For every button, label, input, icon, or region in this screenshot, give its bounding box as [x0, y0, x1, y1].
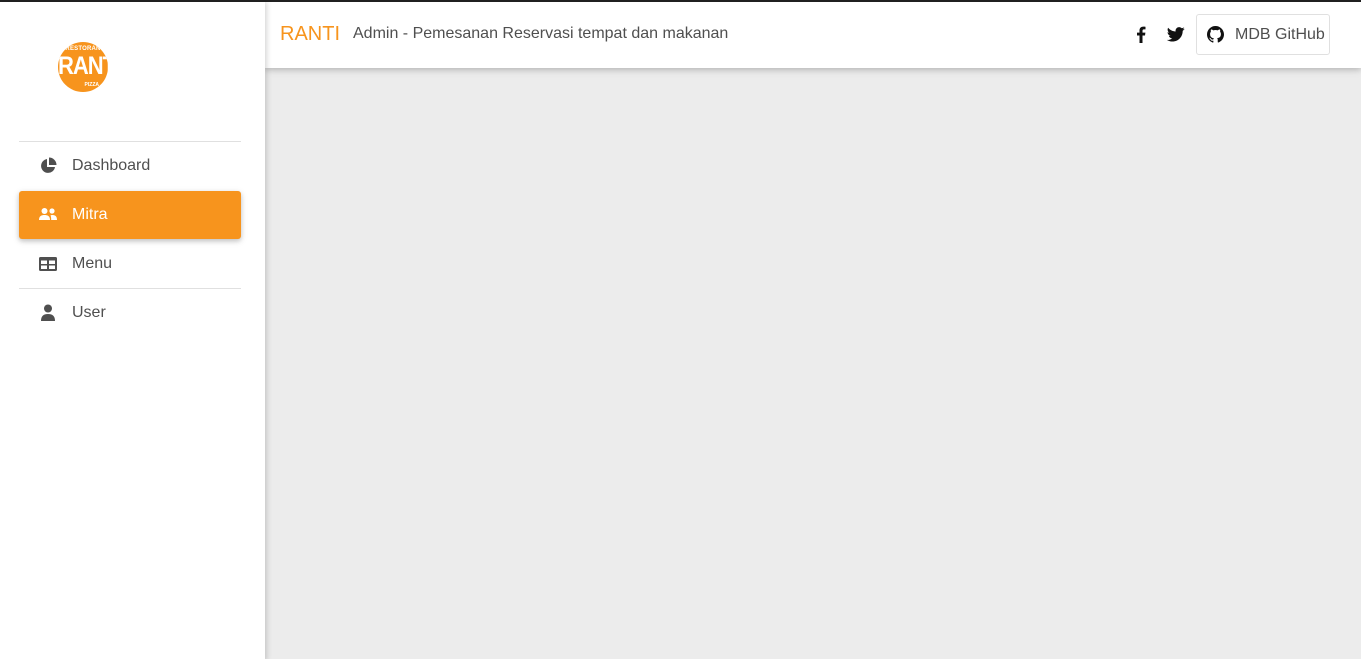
sidebar-item-label: Dashboard: [72, 157, 151, 174]
chart-pie-icon: [38, 157, 58, 175]
navbar-brand[interactable]: RANTI: [280, 23, 340, 46]
sidebar-item-dashboard[interactable]: Dashboard: [19, 142, 241, 190]
sidebar-nav: Dashboard Mitra Menu User: [19, 141, 241, 337]
logo-main-text: RANTI: [58, 51, 108, 80]
sidebar-item-menu[interactable]: Menu: [19, 240, 241, 288]
github-button-label: MDB GitHub: [1235, 25, 1325, 43]
twitter-icon[interactable]: [1166, 24, 1186, 44]
github-button[interactable]: MDB GitHub: [1196, 14, 1330, 55]
sidebar-item-mitra[interactable]: Mitra: [19, 191, 241, 239]
main-content: [265, 68, 1361, 659]
top-navbar: RANTI Admin - Pemesanan Reservasi tempat…: [265, 2, 1361, 68]
github-icon: [1207, 26, 1225, 44]
logo-circle: RESTORAN RANTI PIZZA: [58, 42, 108, 92]
sidebar-item-user[interactable]: User: [19, 289, 241, 337]
sidebar-item-label: User: [72, 304, 106, 321]
brand-logo[interactable]: RESTORAN RANTI PIZZA: [58, 42, 108, 92]
table-icon: [38, 255, 58, 273]
logo-bottom-text: PIZZA: [84, 82, 99, 88]
sidebar: RESTORAN RANTI PIZZA Dashboard: [0, 2, 265, 659]
users-icon: [38, 206, 58, 224]
sidebar-item-label: Menu: [72, 255, 113, 272]
user-icon: [38, 304, 58, 322]
page-subtitle: Admin - Pemesanan Reservasi tempat dan m…: [353, 25, 729, 42]
facebook-icon[interactable]: [1131, 24, 1151, 44]
sidebar-item-label: Mitra: [72, 206, 108, 223]
